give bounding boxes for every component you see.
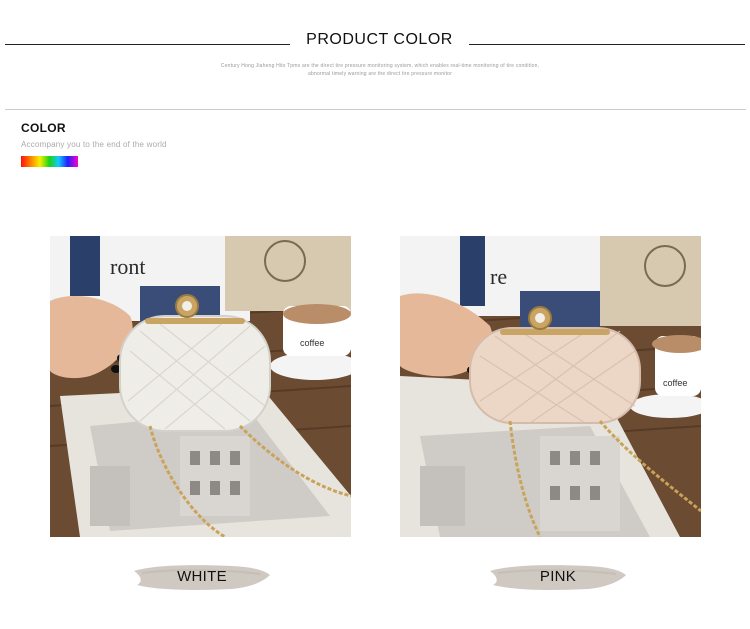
header-rule-right xyxy=(469,44,745,45)
pink-clutch-photo: re coffee xyxy=(400,236,701,537)
white-clutch-photo: ront coffee xyxy=(50,236,351,537)
header-subtitle-line-2: abnormal timely warning are the direct t… xyxy=(308,71,452,77)
white-color-label: WHITE xyxy=(132,561,272,593)
header-subtitle-line-1: Century Hong Jiaheng Hits Tpms are the d… xyxy=(220,63,540,69)
svg-text:coffee: coffee xyxy=(300,338,324,348)
header-rule-left xyxy=(5,44,290,45)
rainbow-color-bar xyxy=(21,156,78,167)
svg-text:re: re xyxy=(490,264,507,289)
svg-text:coffee: coffee xyxy=(663,378,687,388)
header-subtitle: Century Hong Jiaheng Hits Tpms are the d… xyxy=(150,62,610,78)
svg-text:ront: ront xyxy=(110,254,145,279)
page-title: PRODUCT COLOR xyxy=(306,31,453,48)
section-divider xyxy=(5,109,746,110)
color-section-tagline: Accompany you to the end of the world xyxy=(21,140,167,149)
pink-label-text: PINK xyxy=(539,568,577,585)
white-label-text: WHITE xyxy=(177,568,227,585)
color-section-title: COLOR xyxy=(21,121,66,135)
pink-color-label: PINK xyxy=(488,561,628,593)
